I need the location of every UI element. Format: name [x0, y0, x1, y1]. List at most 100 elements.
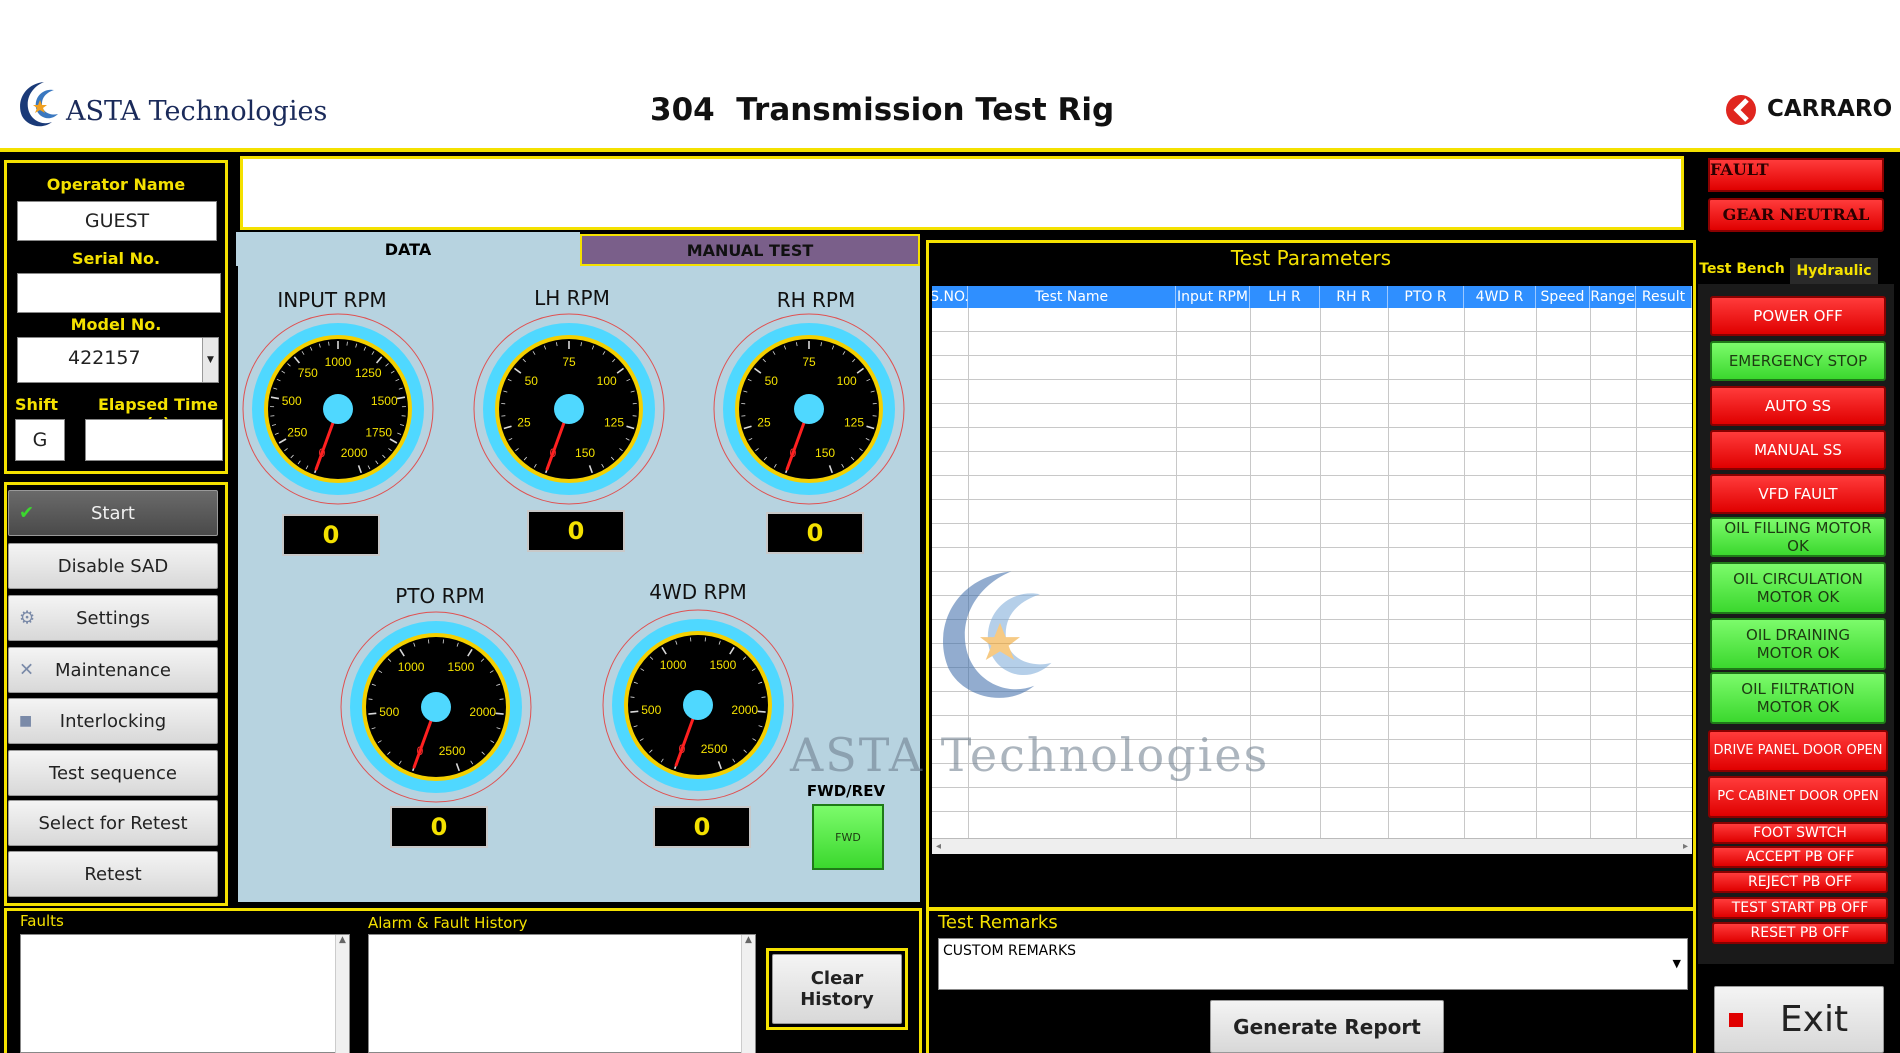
scroll-up-icon[interactable]: ▲	[742, 935, 755, 945]
gauge-tick-label: 1500	[710, 658, 737, 672]
settings-label: Settings	[76, 607, 150, 629]
reset-pb-indicator: RESET PB OFF	[1712, 922, 1888, 944]
disable-sad-button[interactable]: Disable SAD	[8, 543, 218, 589]
model-no-label: Model No.	[70, 315, 162, 334]
table-horizontal-scrollbar[interactable]: ◂ ▸	[932, 838, 1692, 854]
operator-panel: Operator Name GUEST Serial No. Model No.…	[4, 160, 228, 474]
tab-manual-test[interactable]: MANUAL TEST	[580, 234, 920, 266]
exit-button[interactable]: Exit	[1714, 986, 1884, 1053]
elapsed-time-field[interactable]	[85, 419, 223, 461]
auto-ss-indicator: AUTO SS	[1710, 386, 1886, 426]
oil-circulation-indicator: OIL CIRCULATION MOTOR OK	[1710, 562, 1886, 614]
table-grid	[932, 308, 1692, 838]
table-header: S.NO. Test Name Input RPM LH R RH R PTO …	[932, 286, 1692, 308]
company-name: ASTA Technologies	[66, 96, 328, 127]
gauge-tick-label: 125	[844, 415, 864, 429]
gauge-tick-label: 50	[765, 374, 779, 388]
gear-neutral-indicator: GEAR NEUTRAL	[1708, 198, 1884, 232]
power-off-indicator: POWER OFF	[1710, 296, 1886, 336]
remarks-select[interactable]: CUSTOM REMARKS ▼	[938, 938, 1688, 990]
alarm-history-list[interactable]: ▲	[368, 934, 756, 1053]
column-header[interactable]: Test Name	[968, 286, 1176, 308]
maintenance-button[interactable]: ✕ Maintenance	[8, 647, 218, 693]
column-header[interactable]: Input RPM	[1176, 286, 1250, 308]
clear-history-button[interactable]: Clear History	[772, 954, 902, 1024]
column-header[interactable]: LH R	[1250, 286, 1320, 308]
column-header[interactable]: 4WD R	[1464, 286, 1536, 308]
auto-ss-label: AUTO SS	[1764, 397, 1832, 415]
scroll-up-icon[interactable]: ▲	[336, 935, 349, 945]
emergency-stop-indicator: EMERGENCY STOP	[1710, 341, 1886, 381]
gauge-hub	[683, 690, 713, 720]
test-sequence-button[interactable]: Test sequence	[8, 750, 218, 796]
faults-list[interactable]: ▲	[20, 934, 350, 1053]
tab-test-bench[interactable]: Test Bench	[1698, 256, 1786, 282]
wrench-icon: ✕	[19, 659, 35, 681]
gauge-tick-label: 2000	[341, 446, 368, 460]
foot-switch-indicator: FOOT SWTCH	[1712, 822, 1888, 844]
fwd-rev-indicator[interactable]: FWD	[812, 804, 884, 870]
settings-button[interactable]: ⚙ Settings	[8, 595, 218, 641]
shift-field[interactable]: G	[15, 419, 65, 461]
generate-report-button[interactable]: Generate Report	[1210, 1000, 1444, 1053]
input-rpm-label: INPUT RPM	[277, 288, 387, 312]
exit-label: Exit	[1779, 999, 1849, 1040]
test-sequence-label: Test sequence	[49, 762, 177, 784]
tab-test-bench-label: Test Bench	[1699, 261, 1785, 277]
column-header[interactable]: PTO R	[1388, 286, 1464, 308]
tab-manual-test-label: MANUAL TEST	[686, 240, 814, 260]
input-rpm-readout: 0	[282, 514, 380, 556]
serial-no-field[interactable]	[17, 273, 221, 313]
chevron-down-icon: ▼	[207, 355, 214, 365]
alarm-history-label: Alarm & Fault History	[368, 914, 528, 932]
pc-cabinet-door-indicator: PC CABINET DOOR OPEN	[1708, 776, 1888, 818]
gauge-hub	[421, 692, 451, 722]
rh-rpm-label: RH RPM	[776, 288, 856, 312]
gauge-tick	[495, 712, 504, 715]
select-for-retest-button[interactable]: Select for Retest	[8, 800, 218, 846]
oil-filling-label: OIL FILLING MOTOR OK	[1724, 519, 1872, 555]
operator-name-label: Operator Name	[46, 175, 186, 194]
test-start-pb-indicator: TEST START PB OFF	[1712, 897, 1888, 919]
start-label: Start	[91, 502, 135, 524]
gauge-tick-label: 500	[282, 394, 302, 408]
model-dropdown-button[interactable]: ▼	[202, 338, 218, 382]
faults-scrollbar[interactable]: ▲	[335, 935, 349, 1053]
retest-label: Retest	[84, 863, 142, 885]
operator-name-field[interactable]: GUEST	[17, 201, 217, 241]
oil-draining-indicator: OIL DRAINING MOTOR OK	[1710, 618, 1886, 670]
maintenance-label: Maintenance	[55, 659, 171, 681]
gauge-tick-label: 50	[525, 374, 539, 388]
vfd-fault-indicator: VFD FAULT	[1710, 474, 1886, 514]
model-no-select[interactable]: 422157 ▼	[17, 337, 219, 383]
pto-rpm-label: PTO RPM	[395, 584, 485, 608]
start-button[interactable]: ✔ Start	[8, 490, 218, 536]
column-header[interactable]: Result	[1636, 286, 1692, 308]
column-header[interactable]: RH R	[1320, 286, 1388, 308]
gauge-tick-label: 1750	[365, 426, 392, 440]
scroll-left-icon[interactable]: ◂	[936, 841, 941, 852]
gauge-tick-label: 1000	[660, 658, 687, 672]
pc-cabinet-door-label: PC CABINET DOOR OPEN	[1717, 789, 1879, 805]
serial-no-label: Serial No.	[71, 249, 161, 268]
retest-button[interactable]: Retest	[8, 851, 218, 897]
gauge-tick-label: 75	[802, 355, 816, 369]
gauge-tick-label: 2500	[439, 744, 466, 758]
chevron-down-icon[interactable]: ▼	[1673, 957, 1681, 970]
tab-data-label: DATA	[384, 239, 432, 259]
tab-data[interactable]: DATA	[236, 232, 580, 266]
column-header[interactable]: Range	[1590, 286, 1636, 308]
scroll-right-icon[interactable]: ▸	[1683, 841, 1688, 852]
model-no-value: 422157	[68, 347, 141, 369]
tab-hydraulic[interactable]: Hydraulic	[1790, 258, 1878, 284]
generate-report-label: Generate Report	[1233, 1014, 1421, 1039]
column-header[interactable]: S.NO.	[932, 286, 969, 308]
interlocking-button[interactable]: ■ Interlocking	[8, 698, 218, 744]
clear-history-label: Clear History	[800, 968, 874, 1010]
column-header[interactable]: Speed	[1536, 286, 1590, 308]
alarm-scrollbar[interactable]: ▲	[741, 935, 755, 1053]
oil-filtration-indicator: OIL FILTRATION MOTOR OK	[1710, 672, 1886, 724]
manual-ss-label: MANUAL SS	[1754, 441, 1842, 459]
select-for-retest-label: Select for Retest	[38, 812, 188, 834]
rh-rpm-gauge: 0255075100125150	[713, 313, 905, 505]
